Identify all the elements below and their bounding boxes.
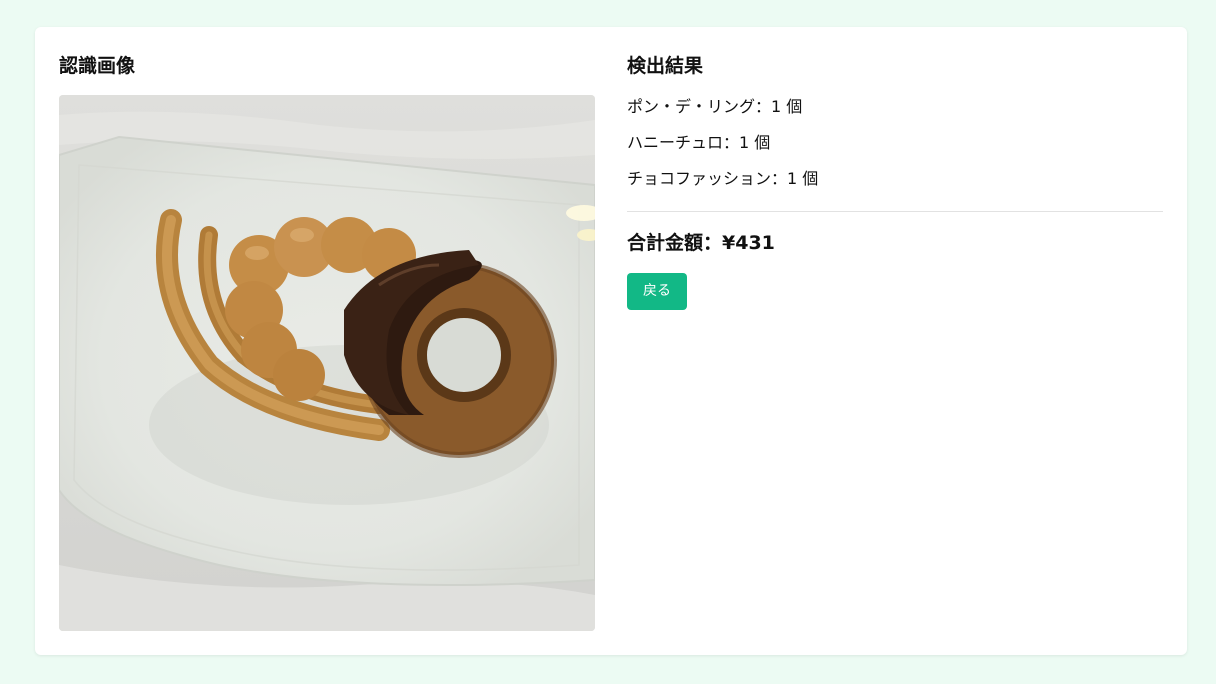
total-amount: 合計金額：¥431 <box>627 232 775 254</box>
detected-items-list: ポン・デ・リング：1 個 ハニーチュロ：1 個 チョコファッション：1 個 <box>627 97 818 205</box>
list-item: チョコファッション：1 個 <box>627 169 819 188</box>
image-section-title: 認識画像 <box>59 55 136 77</box>
list-item: ポン・デ・リング：1 個 <box>627 97 803 116</box>
donut-photo-illustration <box>59 95 595 631</box>
back-button[interactable]: 戻る <box>627 273 687 310</box>
results-section: 検出結果 ポン・デ・リング：1 個 ハニーチュロ：1 個 チョコファッション：1… <box>627 53 1163 310</box>
results-section-title: 検出結果 <box>627 55 704 77</box>
result-card: 認識画像 検出結果 ポン・デ・リング：1 個 ハニーチュロ：1 個 チョコファッ… <box>35 27 1187 655</box>
list-item: ハニーチュロ：1 個 <box>627 133 771 152</box>
recognized-image <box>59 95 595 631</box>
image-section: 認識画像 <box>59 53 595 631</box>
divider <box>627 211 1163 212</box>
